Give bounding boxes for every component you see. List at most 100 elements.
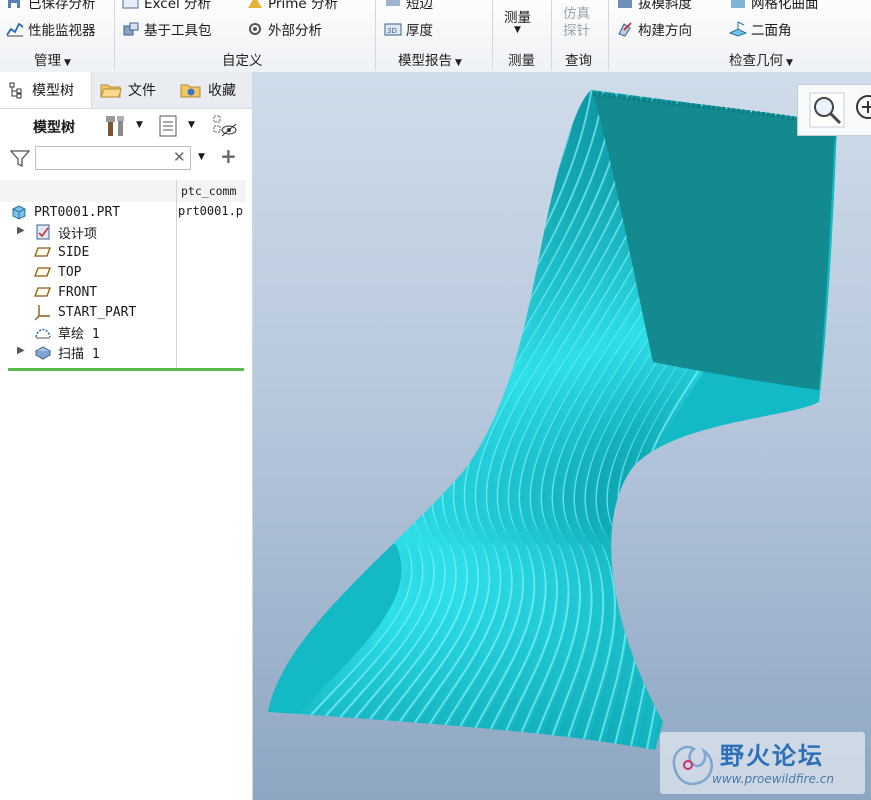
tree-item[interactable]: 扫描 1 — [34, 342, 100, 362]
simulation-probe-label-line2: 探针 — [563, 23, 590, 39]
add-filter-icon[interactable]: + — [220, 144, 237, 168]
build-direction-button[interactable]: 构建方向 — [616, 19, 692, 39]
column-value-root: prt0001.p — [178, 204, 244, 218]
tab-files-label: 文件 — [128, 83, 156, 99]
toolkit-based-button[interactable]: 基于工具包 — [122, 19, 212, 39]
group-custom-label: 自定义 — [222, 53, 263, 69]
group-inspect-geometry-label: 检查几何 — [729, 53, 783, 69]
swept-vase-model — [268, 90, 837, 750]
thickness-label: 厚度 — [406, 23, 433, 39]
tree-item[interactable]: SIDE — [34, 242, 89, 262]
saved-analysis-icon — [8, 0, 20, 8]
tree-item[interactable]: TOP — [34, 262, 81, 282]
tree-item[interactable]: START_PART — [34, 302, 136, 322]
search-dropdown-icon[interactable]: ▼ — [198, 152, 205, 162]
tree-item-label: 设计项 — [58, 226, 98, 242]
tab-model-tree[interactable]: 模型树 — [0, 72, 92, 108]
group-custom: 自定义 — [222, 49, 263, 69]
tree-item-label: TOP — [58, 264, 82, 280]
dihedral-angle-label: 二面角 — [751, 23, 792, 39]
group-manage[interactable]: 管理 ▼ — [34, 49, 71, 69]
datum-plane-icon — [34, 243, 52, 261]
prime-analysis-button[interactable]: Prime 分析 — [246, 0, 338, 12]
sweep-icon — [34, 343, 52, 361]
watermark-url: www.proewildfire.cn — [712, 772, 834, 786]
tab-favorites[interactable]: 收藏 — [180, 72, 236, 108]
group-inspect-geometry[interactable]: 检查几何 ▼ — [729, 49, 793, 69]
model-tree-search-input[interactable] — [35, 146, 191, 170]
draft-label: 拔模斜度 — [638, 0, 692, 12]
expand-arrow-icon[interactable]: ▶ — [17, 345, 25, 356]
prime-analysis-label: Prime 分析 — [268, 0, 338, 12]
datum-plane-icon — [34, 283, 52, 301]
build-direction-label: 构建方向 — [638, 23, 692, 39]
folder-icon — [100, 84, 122, 98]
group-measure-label: 测量 — [508, 53, 535, 69]
group-separator — [551, 0, 552, 70]
favorites-folder-icon — [180, 84, 201, 98]
navigator-panel: 模型树 文件 收藏 模型树 ▼ ▼ ✕ ▼ + ptc_comm prt0001… — [0, 72, 253, 800]
group-inquiry-label: 查询 — [565, 53, 592, 69]
zoom-in-button[interactable] — [854, 93, 871, 127]
design-items-icon — [34, 223, 52, 241]
performance-monitor-button[interactable]: 性能监视器 — [6, 19, 96, 39]
model-tree-toolbar: 模型树 ▼ ▼ — [0, 108, 252, 144]
tab-favorites-label: 收藏 — [208, 83, 236, 99]
mesh-surface-label: 网格化曲面 — [751, 0, 819, 12]
mesh-surface-button[interactable]: 网格化曲面 — [729, 0, 819, 12]
prime-analysis-icon — [248, 0, 262, 8]
filter-button[interactable] — [9, 150, 31, 172]
part-cube-icon — [12, 205, 26, 220]
thickness-button[interactable]: 3D 厚度 — [384, 19, 433, 39]
tree-item[interactable]: 设计项 — [34, 222, 97, 242]
graphics-window[interactable]: 野火论坛 www.proewildfire.cn — [253, 72, 871, 800]
clear-search-icon[interactable]: ✕ — [173, 148, 186, 166]
show-columns-button[interactable] — [158, 114, 180, 142]
tab-files[interactable]: 文件 — [100, 72, 156, 108]
group-manage-label: 管理 — [34, 53, 61, 69]
build-direction-icon — [618, 22, 632, 37]
filter-row: ✕ ▼ + — [0, 144, 252, 174]
tree-item[interactable]: FRONT — [34, 282, 97, 302]
watermark-title: 野火论坛 — [720, 742, 824, 770]
show-hidden-items-button[interactable] — [212, 114, 238, 142]
excel-analysis-label: Excel 分析 — [144, 0, 212, 12]
excel-analysis-icon — [122, 0, 139, 9]
tree-item-label: 扫描 1 — [58, 346, 100, 362]
external-analysis-button[interactable]: 外部分析 — [246, 19, 322, 39]
chevron-down-icon[interactable]: ▼ — [136, 120, 143, 130]
group-model-report[interactable]: 模型报告 ▼ — [398, 49, 462, 69]
saved-analysis-button[interactable]: 已保存分析 — [6, 0, 96, 12]
performance-monitor-label: 性能监视器 — [28, 23, 96, 39]
tree-item[interactable]: 草绘 1 — [34, 322, 100, 342]
refit-button[interactable] — [808, 91, 846, 133]
dihedral-angle-button[interactable]: 二面角 — [729, 19, 792, 39]
tools-icon — [106, 116, 124, 136]
insert-here-indicator[interactable] — [8, 368, 244, 371]
tree-item-label: SIDE — [58, 244, 90, 260]
draft-button[interactable]: 拔模斜度 — [616, 0, 692, 12]
toolkit-icon — [123, 22, 139, 36]
tree-column-header: ptc_comm — [0, 180, 246, 202]
settings-tools-button[interactable] — [104, 114, 128, 142]
zoom-in-icon — [856, 95, 871, 119]
measure-button[interactable]: 测量 ▼ — [504, 6, 531, 35]
column-header-ptc-common-name[interactable]: ptc_comm — [176, 180, 247, 202]
group-inquiry: 查询 — [565, 49, 592, 69]
chevron-down-icon: ▼ — [455, 58, 462, 68]
excel-analysis-button[interactable]: Excel 分析 — [122, 0, 211, 12]
tree-root-node[interactable]: PRT0001.PRT — [10, 202, 120, 222]
simulation-probe-button[interactable]: 仿真 探针 — [563, 6, 590, 40]
thickness-icon: 3D — [384, 23, 402, 36]
simulation-probe-label-line1: 仿真 — [563, 6, 590, 22]
chevron-down-icon[interactable]: ▼ — [188, 120, 195, 130]
tree-item-label: FRONT — [58, 284, 98, 300]
svg-text:3D: 3D — [387, 27, 397, 35]
short-edge-label: 短边 — [406, 0, 433, 12]
chevron-down-icon: ▼ — [786, 58, 793, 68]
group-separator — [608, 0, 609, 70]
short-edge-button[interactable]: 短边 — [384, 0, 433, 12]
expand-arrow-icon[interactable]: ▶ — [17, 225, 25, 236]
tab-model-tree-label: 模型树 — [32, 83, 74, 99]
dihedral-angle-icon — [729, 21, 747, 37]
